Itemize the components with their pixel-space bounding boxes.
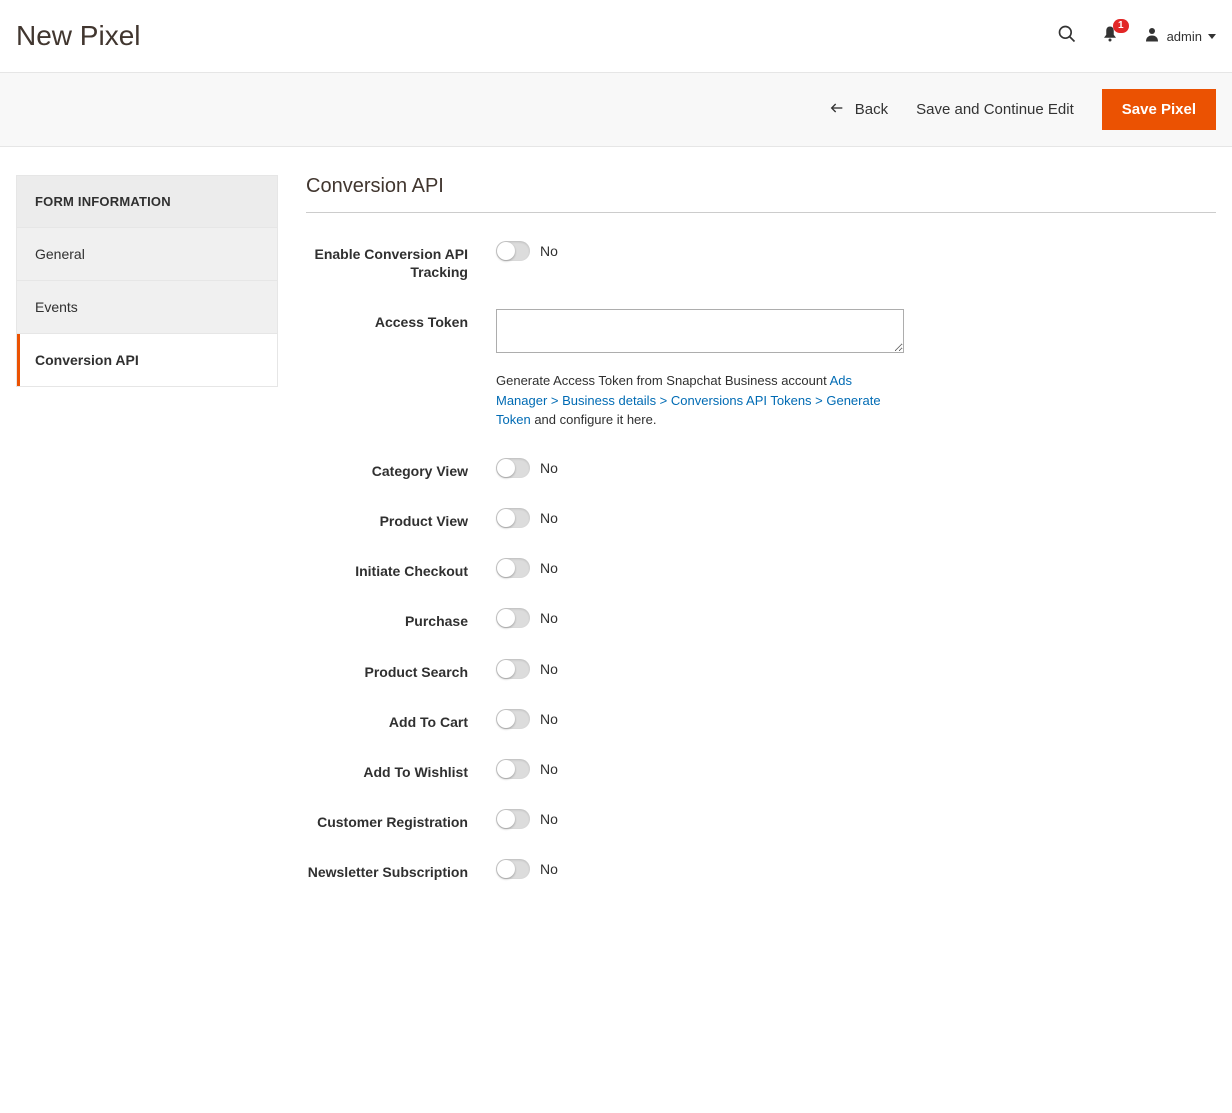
product-search-toggle[interactable] [496, 659, 530, 679]
help-text-pre: Generate Access Token from Snapchat Busi… [496, 373, 830, 388]
add-to-wishlist-label: Add To Wishlist [306, 759, 496, 781]
action-bar: Back Save and Continue Edit Save Pixel [0, 72, 1232, 147]
page-title: New Pixel [16, 20, 140, 52]
add-to-cart-label: Add To Cart [306, 709, 496, 731]
category-view-label: Category View [306, 458, 496, 480]
product-view-label: Product View [306, 508, 496, 530]
product-view-toggle[interactable] [496, 508, 530, 528]
help-text-post: and configure it here. [531, 412, 657, 427]
sidebar-item-events[interactable]: Events [17, 281, 277, 334]
product-view-value: No [540, 510, 558, 526]
product-search-label: Product Search [306, 659, 496, 681]
purchase-value: No [540, 610, 558, 626]
newsletter-subscription-value: No [540, 861, 558, 877]
add-to-cart-toggle[interactable] [496, 709, 530, 729]
user-menu[interactable]: admin [1143, 25, 1216, 48]
add-to-cart-value: No [540, 711, 558, 727]
notifications-button[interactable]: 1 [1101, 25, 1119, 48]
sidebar-title: FORM INFORMATION [17, 176, 277, 228]
access-token-help: Generate Access Token from Snapchat Busi… [496, 371, 904, 430]
purchase-label: Purchase [306, 608, 496, 630]
category-view-value: No [540, 460, 558, 476]
user-icon [1143, 25, 1161, 48]
sidebar-item-general[interactable]: General [17, 228, 277, 281]
add-to-wishlist-toggle[interactable] [496, 759, 530, 779]
newsletter-subscription-toggle[interactable] [496, 859, 530, 879]
sidebar-item-conversion-api[interactable]: Conversion API [17, 334, 277, 386]
back-button[interactable]: Back [829, 100, 888, 120]
customer-registration-value: No [540, 811, 558, 827]
arrow-left-icon [829, 100, 845, 120]
section-title: Conversion API [306, 175, 1216, 213]
back-button-label: Back [855, 101, 888, 118]
customer-registration-label: Customer Registration [306, 809, 496, 831]
newsletter-subscription-label: Newsletter Subscription [306, 859, 496, 881]
enable-tracking-toggle[interactable] [496, 241, 530, 261]
purchase-toggle[interactable] [496, 608, 530, 628]
chevron-down-icon [1208, 34, 1216, 39]
notification-badge: 1 [1113, 19, 1129, 33]
search-icon[interactable] [1057, 24, 1077, 49]
customer-registration-toggle[interactable] [496, 809, 530, 829]
enable-tracking-value: No [540, 243, 558, 259]
add-to-wishlist-value: No [540, 761, 558, 777]
user-name: admin [1167, 29, 1202, 44]
category-view-toggle[interactable] [496, 458, 530, 478]
product-search-value: No [540, 661, 558, 677]
save-continue-button[interactable]: Save and Continue Edit [916, 101, 1074, 118]
initiate-checkout-label: Initiate Checkout [306, 558, 496, 580]
initiate-checkout-value: No [540, 560, 558, 576]
save-pixel-button[interactable]: Save Pixel [1102, 89, 1216, 130]
form-tabs-sidebar: FORM INFORMATION General Events Conversi… [16, 175, 278, 387]
enable-tracking-label: Enable Conversion API Tracking [306, 241, 496, 281]
access-token-label: Access Token [306, 309, 496, 331]
access-token-input[interactable] [496, 309, 904, 353]
initiate-checkout-toggle[interactable] [496, 558, 530, 578]
